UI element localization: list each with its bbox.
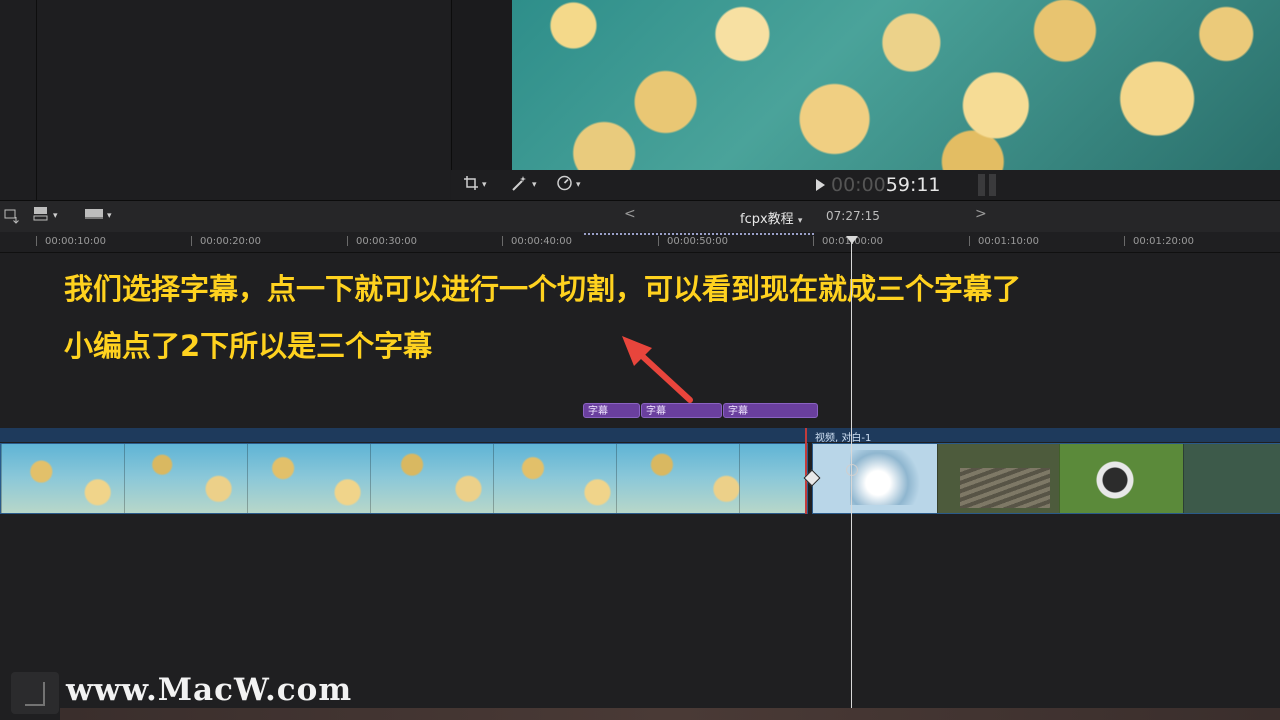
ruler-tick	[191, 236, 192, 246]
red-arrow-icon	[622, 336, 693, 403]
chevron-down-icon: ▾	[482, 180, 487, 190]
chevron-down-icon: ▾	[576, 180, 581, 190]
caption-line-2: 小编点了2下所以是三个字幕	[64, 329, 433, 363]
ruler-tick-label: 00:00:30:00	[356, 236, 418, 247]
effects-toggle-button[interactable]: ▾	[84, 205, 112, 227]
viewer-toolbar: ▾ ▾ ▾ 00:0059:11	[451, 170, 1280, 200]
watermark-logo	[11, 672, 59, 714]
timeline-back-icon[interactable]: <	[624, 206, 636, 222]
retime-menu-button[interactable]: ▾	[556, 174, 581, 196]
ruler-tick	[347, 236, 348, 246]
crop-icon	[463, 175, 479, 195]
ruler-tick-label: 00:00:50:00	[667, 236, 729, 247]
watermark-text: www.MacW.com	[66, 672, 353, 708]
storyline-role-label: 视频, 对白-1	[815, 433, 872, 444]
browser-pane	[0, 0, 450, 200]
clip-thumbnail-sky	[850, 450, 920, 505]
timeline-forward-icon[interactable]: >	[975, 206, 987, 222]
filmstrip-icon	[84, 206, 104, 226]
ruler-tick-label: 00:00:10:00	[45, 236, 107, 247]
chevron-down-icon: ▾	[107, 211, 112, 221]
video-clip-jellyfish[interactable]	[0, 443, 808, 514]
clip-appearance-icon	[32, 206, 50, 226]
ruler-tick	[969, 236, 970, 246]
transform-menu-button[interactable]: ▾	[463, 174, 487, 196]
import-icon[interactable]	[4, 208, 20, 228]
playhead-cap[interactable]	[846, 236, 858, 244]
bottom-background-strip	[60, 708, 1280, 720]
timeline-toolbar: ▾ ▾ < fcpx教程 ▾ 07:27:15 >	[0, 200, 1280, 233]
timeline-ruler[interactable]: 00:00:10:00 00:00:20:00 00:00:30:00 00:00:4…	[0, 232, 1280, 253]
play-icon[interactable]	[816, 179, 825, 191]
project-duration: 07:27:15	[826, 209, 880, 223]
skimmer-handle[interactable]	[846, 464, 858, 476]
chevron-down-icon: ▾	[797, 216, 803, 226]
viewer-timecode: 00:0059:11	[831, 174, 941, 196]
speedometer-icon	[556, 175, 573, 195]
ruler-tick	[1124, 236, 1125, 246]
ruler-tick-label: 00:01:20:00	[1133, 236, 1195, 247]
ruler-tick	[658, 236, 659, 246]
timecode-bright: 59:11	[885, 174, 941, 196]
edit-point[interactable]	[805, 428, 807, 514]
magic-wand-icon	[511, 175, 529, 195]
subtitle-clip[interactable]: 字幕	[723, 403, 818, 418]
ruler-tick	[502, 236, 503, 246]
browser-divider	[36, 0, 37, 200]
clip-thumbnail-stairs	[960, 468, 1050, 508]
audio-meter[interactable]	[978, 174, 998, 196]
ruler-tick-label: 00:01:10:00	[978, 236, 1040, 247]
ruler-tick-label: 00:00:40:00	[511, 236, 573, 247]
viewer-video-frame	[512, 0, 1280, 170]
subtitle-clip[interactable]: 字幕	[641, 403, 722, 418]
project-name-menu[interactable]: fcpx教程 ▾	[740, 208, 802, 227]
subtitle-clip[interactable]: 字幕	[583, 403, 640, 418]
timecode-dim: 00:00	[831, 174, 886, 196]
chevron-down-icon: ▾	[532, 180, 537, 190]
ruler-tick-label: 00:00:20:00	[200, 236, 262, 247]
playhead[interactable]	[851, 236, 852, 720]
caption-line-1: 我们选择字幕，点一下就可以进行一个切割，可以看到现在就成三个字幕了	[64, 272, 1022, 306]
ruler-tick	[36, 236, 37, 246]
storyline-bar	[0, 428, 1280, 442]
enhancements-menu-button[interactable]: ▾	[511, 174, 537, 196]
ruler-tick	[813, 236, 814, 246]
clip-thumbnail-circle	[1090, 455, 1140, 505]
range-indicator	[584, 233, 814, 235]
chevron-down-icon: ▾	[53, 211, 58, 221]
project-name: fcpx教程	[740, 212, 794, 227]
clip-appearance-button[interactable]: ▾	[32, 205, 58, 227]
